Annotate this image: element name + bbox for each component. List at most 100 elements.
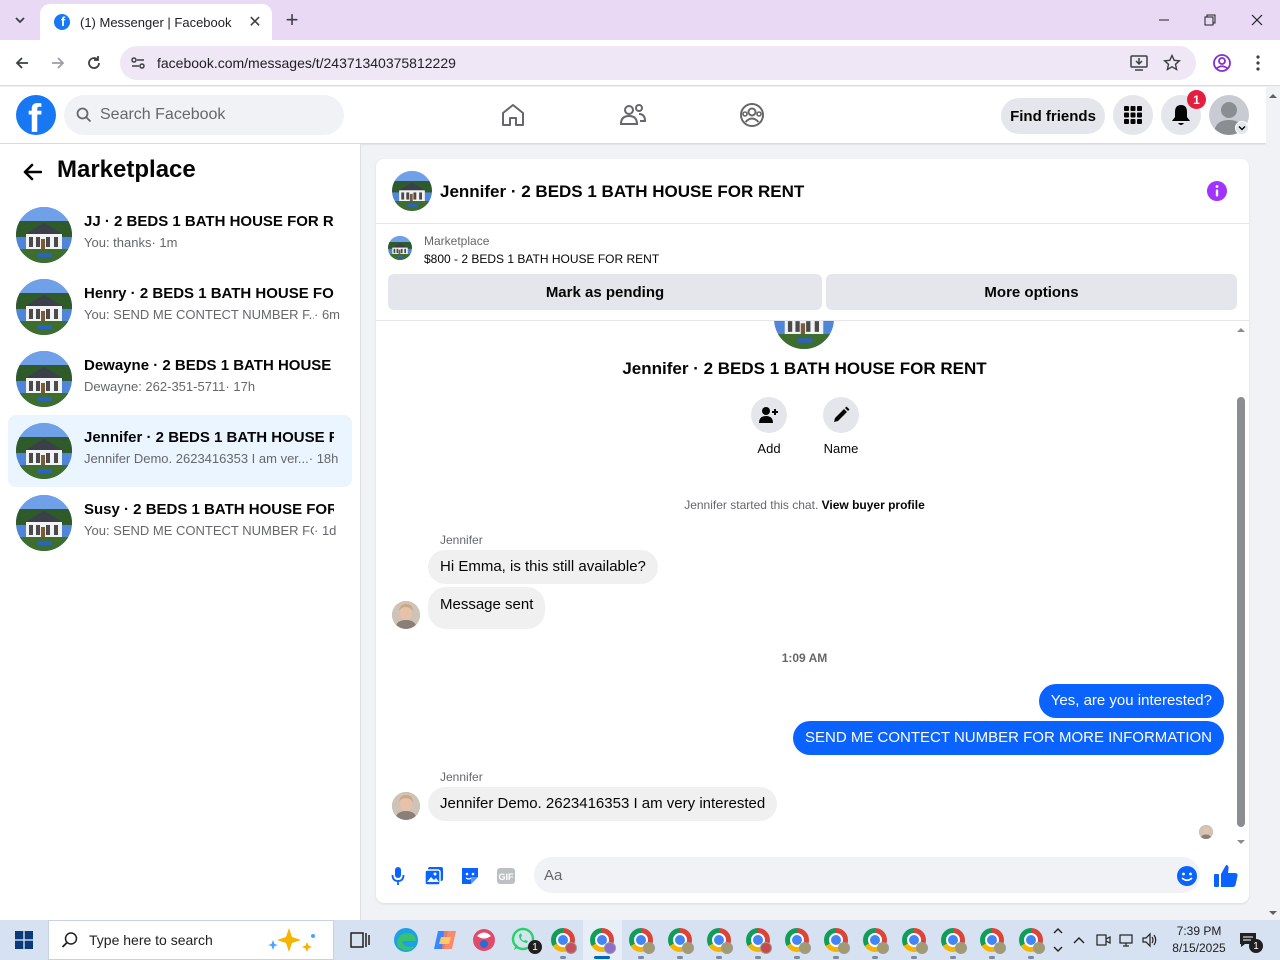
view-buyer-profile-link[interactable]: View buyer profile: [822, 498, 925, 512]
site-settings-icon[interactable]: [128, 53, 148, 73]
chrome-window-button[interactable]: [666, 926, 694, 954]
conversation-item[interactable]: Dewayne · 2 BEDS 1 BATH HOUSE ... Dewayne…: [8, 343, 352, 415]
chrome-window-button[interactable]: [705, 926, 733, 954]
add-label: Add: [757, 441, 781, 456]
scroll-down-icon[interactable]: [1233, 837, 1249, 847]
chat-listing-thumbnail[interactable]: [392, 171, 432, 211]
add-action[interactable]: Add: [739, 397, 799, 456]
scroll-up-icon[interactable]: [1233, 325, 1249, 335]
chrome-window-button[interactable]: [939, 926, 967, 954]
emoji-icon[interactable]: [1176, 865, 1198, 887]
gif-button[interactable]: GIF: [495, 865, 517, 887]
new-tab-button[interactable]: +: [280, 7, 304, 32]
task-view-icon: [350, 932, 370, 948]
chat-scrollbar[interactable]: [1233, 321, 1249, 849]
profile-button[interactable]: [1208, 49, 1236, 77]
facebook-search[interactable]: Search Facebook: [64, 95, 344, 135]
copilot-app[interactable]: [431, 926, 459, 954]
incoming-message[interactable]: Message sent: [428, 587, 546, 629]
browser-menu-button[interactable]: [1244, 49, 1272, 77]
meet-now-icon[interactable]: [1093, 930, 1113, 950]
back-to-chats-button[interactable]: [18, 158, 46, 186]
listing-thumbnail[interactable]: [388, 236, 412, 260]
name-action[interactable]: Name: [811, 397, 871, 456]
sticker-button[interactable]: [459, 865, 481, 887]
menu-button[interactable]: [1113, 95, 1153, 135]
chrome-window-button[interactable]: [744, 926, 772, 954]
minimize-button[interactable]: [1141, 0, 1187, 40]
bookmark-star-icon[interactable]: [1162, 53, 1182, 73]
chrome-window-button[interactable]: [627, 926, 655, 954]
chrome-window-button[interactable]: [861, 926, 889, 954]
nav-friends[interactable]: [617, 99, 649, 131]
listing-title[interactable]: $800 - 2 BEDS 1 BATH HOUSE FOR RENT: [424, 252, 659, 266]
chrome-window-button[interactable]: [783, 926, 811, 954]
more-options-button[interactable]: More options: [826, 274, 1237, 310]
edge-icon: [394, 928, 418, 952]
chrome-window-button[interactable]: [1017, 926, 1045, 954]
voice-clip-button[interactable]: [387, 865, 409, 887]
chrome-window-button[interactable]: [978, 926, 1006, 954]
network-icon[interactable]: [1116, 930, 1136, 950]
info-icon[interactable]: [1207, 181, 1227, 201]
attach-photo-button[interactable]: [423, 865, 445, 887]
find-friends-button[interactable]: Find friends: [1001, 98, 1105, 134]
back-button[interactable]: [8, 49, 36, 77]
seen-indicator-avatar: [1199, 825, 1213, 839]
scroll-down-icon[interactable]: [1266, 906, 1280, 920]
taskbar-search[interactable]: Type here to search: [48, 920, 334, 960]
edge-app[interactable]: [392, 926, 420, 954]
conversation-item[interactable]: Jennifer · 2 BEDS 1 BATH HOUSE F... Jenni…: [8, 415, 352, 487]
outgoing-message[interactable]: Yes, are you interested?: [1038, 684, 1224, 718]
close-window-button[interactable]: [1234, 0, 1280, 40]
address-bar[interactable]: facebook.com/messages/t/2437134037581222…: [120, 46, 1196, 80]
chrome-window-button[interactable]: [822, 926, 850, 954]
account-caret-icon[interactable]: [1235, 121, 1249, 135]
chat-scroll-thumb[interactable]: [1237, 397, 1245, 827]
chrome-window-button[interactable]: [588, 926, 616, 954]
thumbs-up-icon[interactable]: [1213, 863, 1239, 889]
page-scrollbar[interactable]: [1266, 87, 1280, 920]
forward-button[interactable]: [44, 49, 72, 77]
outgoing-message[interactable]: SEND ME CONTECT NUMBER FOR MORE INFORMAT…: [793, 721, 1224, 755]
jennifer-avatar[interactable]: [392, 792, 420, 820]
scroll-up-icon[interactable]: [1266, 89, 1280, 103]
reload-button[interactable]: [80, 49, 108, 77]
add-person-icon[interactable]: [751, 397, 787, 433]
mark-as-pending-button[interactable]: Mark as pending: [388, 274, 822, 310]
conversation-item[interactable]: JJ · 2 BEDS 1 BATH HOUSE FOR RE... You: t…: [8, 199, 352, 271]
install-app-icon[interactable]: [1129, 53, 1149, 73]
facebook-logo[interactable]: f: [16, 95, 56, 135]
chrome-window-button[interactable]: [900, 926, 928, 954]
jennifer-avatar[interactable]: [392, 601, 420, 629]
minimize-icon: [1159, 19, 1169, 21]
whatsapp-app[interactable]: 1: [509, 926, 542, 954]
conversation-item[interactable]: Susy · 2 BEDS 1 BATH HOUSE FOR ... You: S…: [8, 487, 352, 559]
message-input[interactable]: [534, 857, 1200, 893]
conversation-item[interactable]: Henry · 2 BEDS 1 BATH HOUSE FO... You: SE…: [8, 271, 352, 343]
incoming-message[interactable]: Hi Emma, is this still available?: [428, 550, 658, 584]
start-button[interactable]: [0, 920, 48, 960]
tab-search-button[interactable]: [6, 6, 34, 34]
task-view-button[interactable]: [346, 926, 374, 954]
running-indicator: [560, 956, 566, 959]
close-tab-icon[interactable]: ✕: [246, 13, 264, 31]
snipping-tool-app[interactable]: [470, 926, 498, 954]
volume-icon[interactable]: [1140, 930, 1160, 950]
taskbar-overflow-icon[interactable]: [1052, 925, 1064, 955]
taskbar-clock[interactable]: 7:39 PM 8/15/2025: [1168, 923, 1230, 957]
notification-center-button[interactable]: 1: [1238, 930, 1263, 953]
browser-tab-messenger[interactable]: f (1) Messenger | Facebook ✕: [40, 4, 272, 40]
running-indicator: [911, 956, 917, 959]
chat-title[interactable]: Jennifer · 2 BEDS 1 BATH HOUSE FOR RENT: [440, 182, 804, 202]
pencil-icon[interactable]: [823, 397, 859, 433]
nav-home[interactable]: [497, 99, 529, 131]
account-circle-icon: [1213, 54, 1231, 72]
chrome-window-button[interactable]: [549, 926, 577, 954]
snippet-time: · 17h: [225, 379, 256, 394]
restore-button[interactable]: [1187, 0, 1233, 40]
incoming-message[interactable]: Jennifer Demo. 2623416353 I am very inte…: [428, 787, 778, 821]
show-hidden-icons[interactable]: [1069, 930, 1089, 950]
url-text[interactable]: facebook.com/messages/t/2437134037581222…: [157, 55, 456, 71]
nav-groups[interactable]: [736, 99, 768, 131]
